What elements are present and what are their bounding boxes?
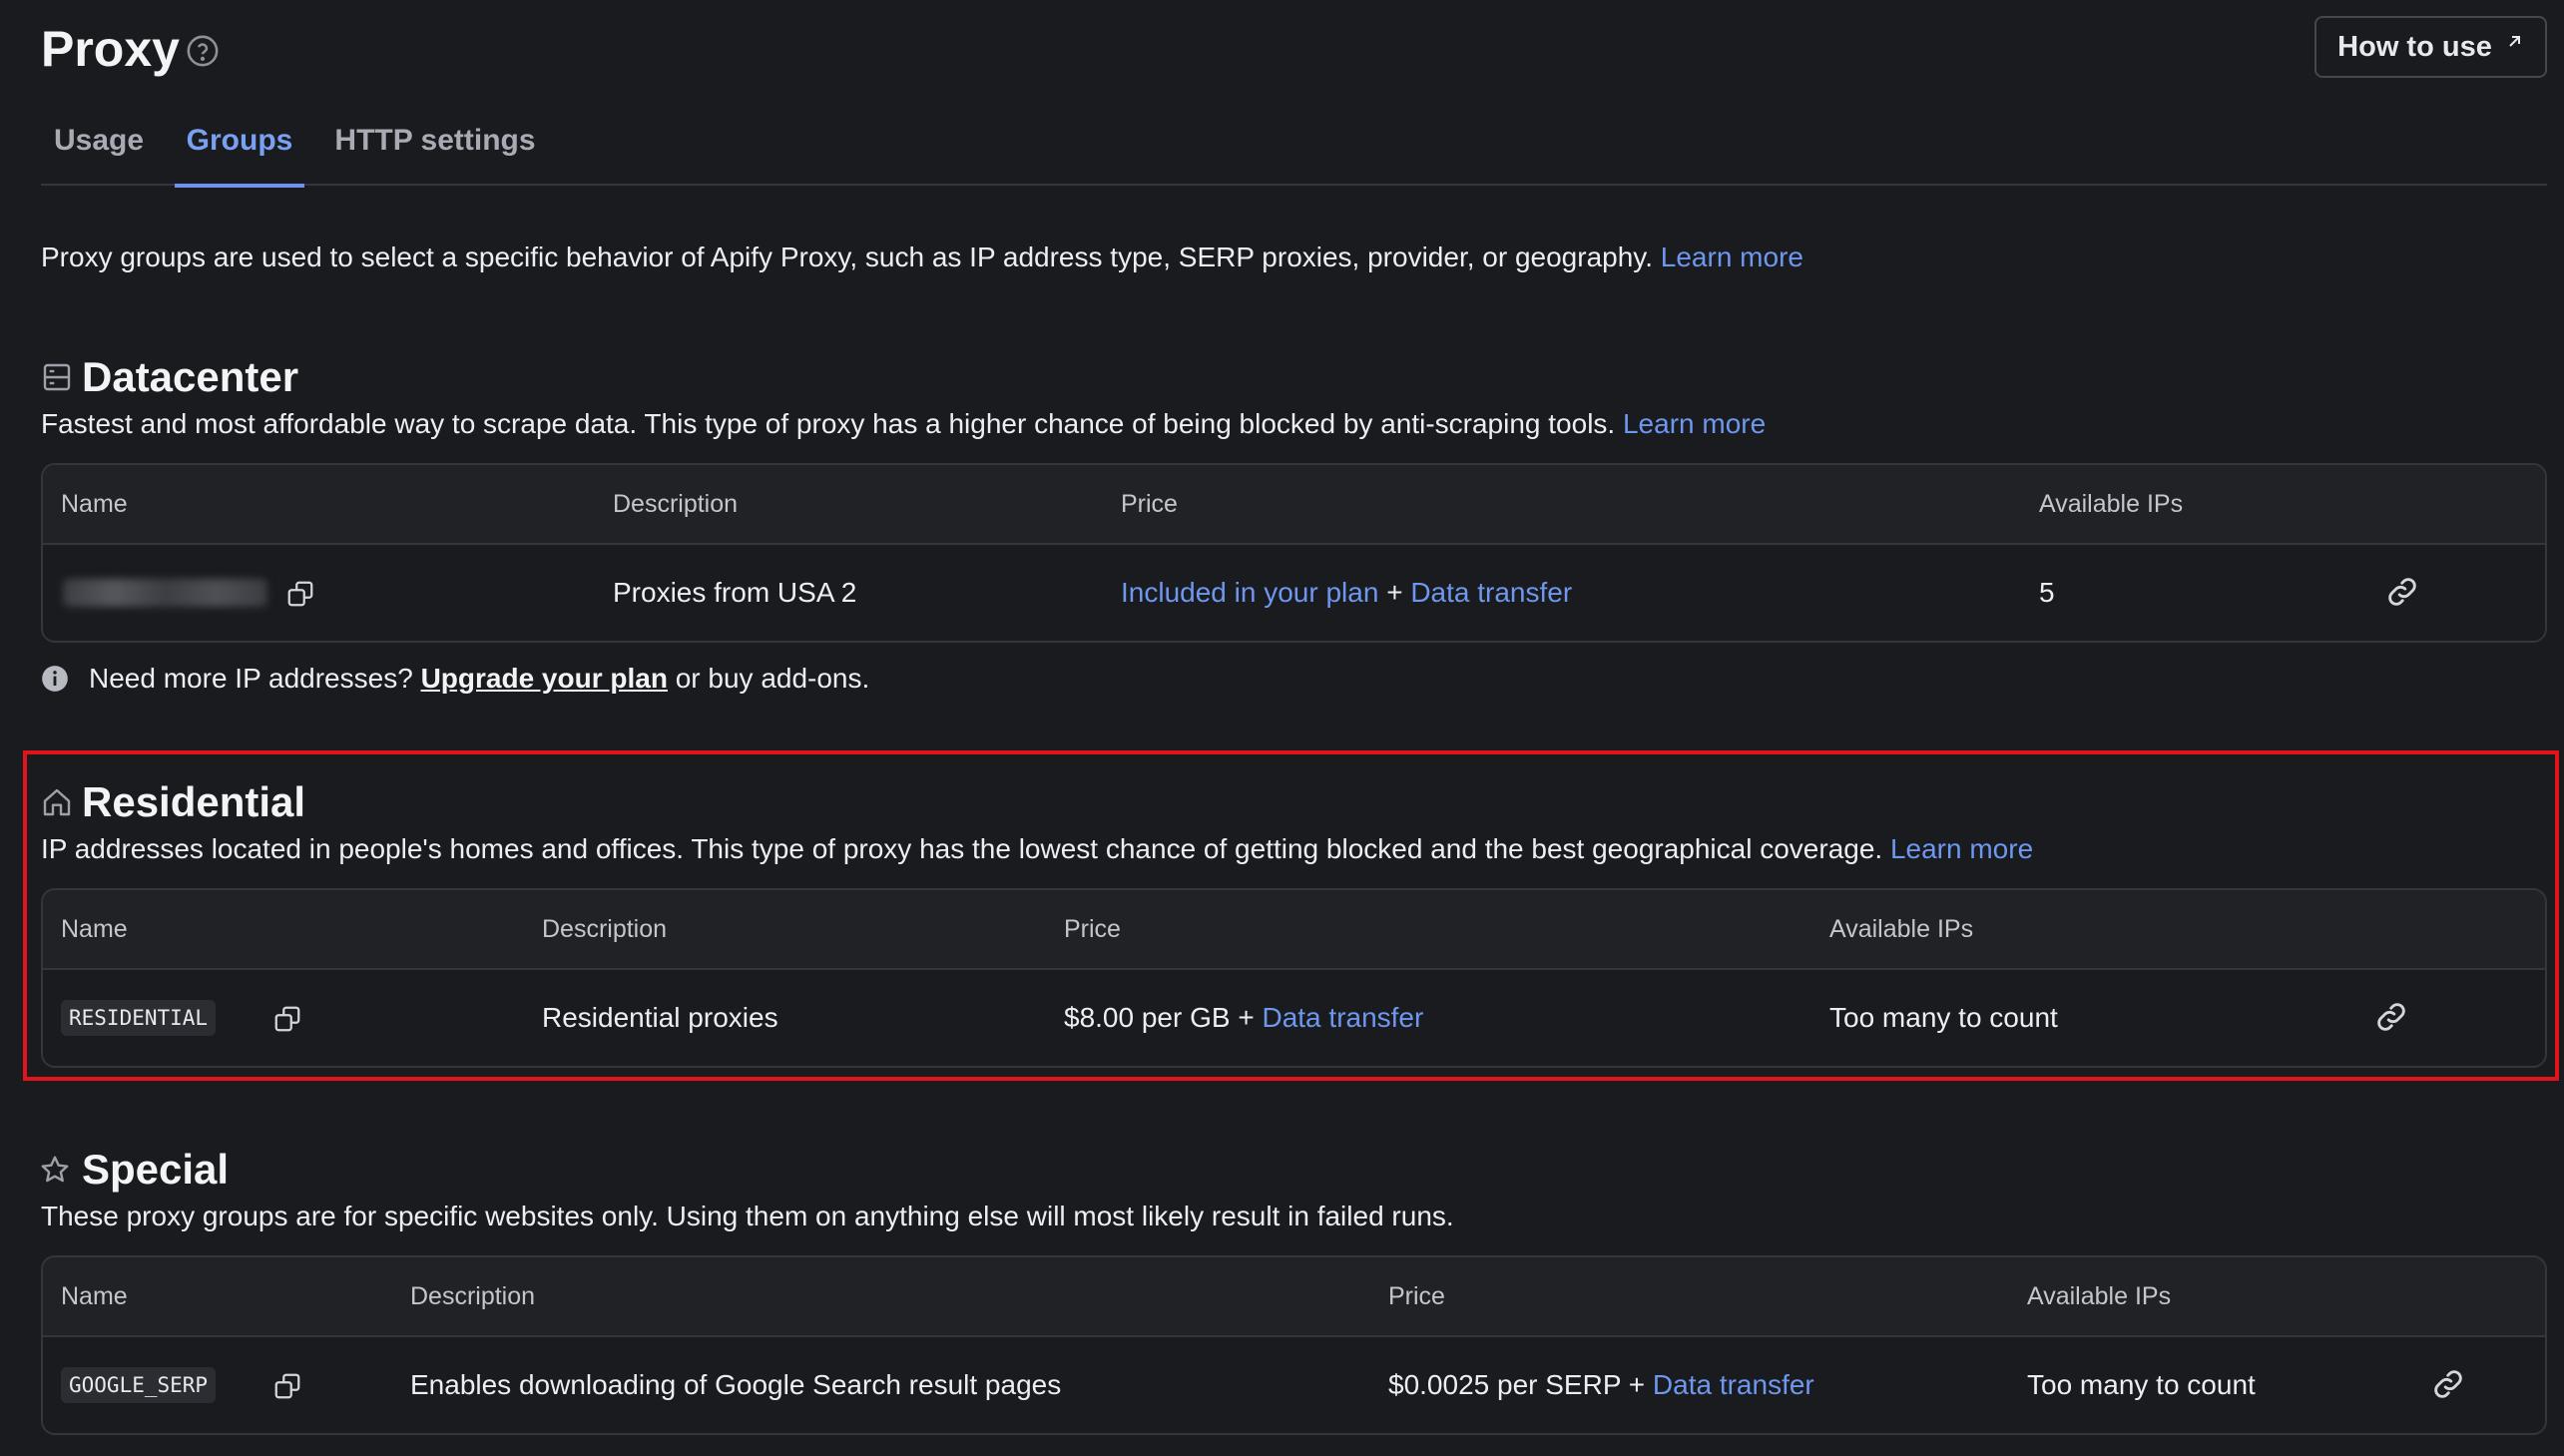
special-title: Special [82, 1146, 230, 1193]
included-in-plan-link[interactable]: Included in your plan [1121, 577, 1378, 608]
link-icon[interactable] [2431, 1367, 2465, 1401]
residential-description: IP addresses located in people's homes a… [41, 833, 1883, 864]
column-price: Price [1064, 915, 1121, 943]
column-description: Description [542, 915, 668, 943]
datacenter-description: Fastest and most affordable way to scrap… [41, 408, 1616, 439]
column-available-ips: Available IPs [2039, 490, 2184, 518]
intro-text: Proxy groups are used to select a specif… [41, 236, 1803, 279]
special-description: These proxy groups are for specific webs… [41, 1201, 1454, 1231]
ip-notice: Need more IP addresses? Upgrade your pla… [41, 655, 869, 703]
table-row: GOOGLE_SERP Enables downloading of Googl… [43, 1337, 2545, 1433]
special-row-description: Enables downloading of Google Search res… [410, 1369, 1062, 1400]
link-icon[interactable] [2385, 575, 2419, 609]
residential-row-available-ips: Too many to count [1829, 1002, 2058, 1033]
residential-row-description: Residential proxies [542, 1002, 778, 1033]
how-to-use-label: How to use [2337, 30, 2492, 63]
datacenter-learn-more-link[interactable]: Learn more [1623, 408, 1766, 439]
group-name-code: RESIDENTIAL [61, 1000, 217, 1036]
notice-prefix: Need more IP addresses? [89, 663, 413, 694]
datacenter-description-row: Fastest and most affordable way to scrap… [41, 402, 1766, 446]
notice-suffix: or buy add-ons. [675, 663, 870, 694]
group-name-code: GOOGLE_SERP [61, 1367, 217, 1403]
residential-row-price: $8.00 per GB + Data transfer [1064, 970, 1423, 1066]
table-row: RESIDENTIAL Residential proxies $8.00 pe… [43, 970, 2545, 1066]
column-price: Price [1121, 490, 1178, 518]
price-plus: + [1386, 577, 1403, 608]
table-header: Name Description Price Available IPs [43, 465, 2545, 545]
column-name: Name [61, 490, 128, 518]
special-table: Name Description Price Available IPs GOO… [41, 1255, 2547, 1435]
datacenter-row-available-ips: 5 [2039, 577, 2055, 608]
blurred-group-name [63, 579, 267, 607]
upgrade-plan-link[interactable]: Upgrade your plan [421, 663, 668, 694]
copy-icon[interactable] [272, 1004, 302, 1034]
help-circle-icon[interactable] [186, 34, 220, 68]
home-icon [43, 788, 71, 816]
table-header: Name Description Price Available IPs [43, 890, 2545, 970]
info-icon [42, 666, 68, 692]
intro-learn-more-link[interactable]: Learn more [1661, 242, 1803, 272]
copy-icon[interactable] [272, 1371, 302, 1401]
tab-http-settings[interactable]: HTTP settings [324, 110, 546, 186]
residential-title: Residential [82, 778, 306, 825]
datacenter-title: Datacenter [82, 353, 299, 400]
price-plus: + [1238, 1002, 1255, 1033]
datacenter-row-description: Proxies from USA 2 [613, 577, 857, 608]
special-row-available-ips: Too many to count [2027, 1369, 2256, 1400]
table-row: Proxies from USA 2 Included in your plan… [43, 545, 2545, 641]
price-plus: + [1628, 1369, 1646, 1400]
residential-learn-more-link[interactable]: Learn more [1890, 833, 2033, 864]
price-value: $8.00 per GB [1064, 1002, 1231, 1033]
column-name: Name [61, 1282, 128, 1310]
page-title: Proxy [41, 21, 180, 77]
datacenter-table: Name Description Price Available IPs Pro… [41, 463, 2547, 643]
how-to-use-button[interactable]: How to use [2314, 16, 2547, 78]
datacenter-row-price: Included in your plan + Data transfer [1121, 545, 1572, 641]
residential-table: Name Description Price Available IPs RES… [41, 888, 2547, 1068]
price-value: $0.0025 per SERP [1388, 1369, 1621, 1400]
data-transfer-link[interactable]: Data transfer [1410, 577, 1572, 608]
tab-usage[interactable]: Usage [41, 110, 157, 186]
server-icon [43, 363, 71, 391]
table-header: Name Description Price Available IPs [43, 1257, 2545, 1337]
data-transfer-link[interactable]: Data transfer [1262, 1002, 1423, 1033]
tab-bar: Usage Groups HTTP settings [41, 110, 2547, 188]
column-description: Description [410, 1282, 536, 1310]
intro-description: Proxy groups are used to select a specif… [41, 242, 1653, 272]
column-name: Name [61, 915, 128, 943]
column-description: Description [613, 490, 739, 518]
data-transfer-link[interactable]: Data transfer [1653, 1369, 1814, 1400]
column-available-ips: Available IPs [2027, 1282, 2172, 1310]
residential-description-row: IP addresses located in people's homes a… [41, 827, 2033, 871]
special-row-price: $0.0025 per SERP + Data transfer [1388, 1337, 1814, 1433]
external-link-icon [2509, 36, 2520, 47]
tab-groups[interactable]: Groups [175, 110, 304, 188]
star-icon [41, 1156, 69, 1183]
copy-icon[interactable] [285, 579, 315, 609]
link-icon[interactable] [2374, 1000, 2408, 1034]
column-available-ips: Available IPs [1829, 915, 1974, 943]
column-price: Price [1388, 1282, 1445, 1310]
